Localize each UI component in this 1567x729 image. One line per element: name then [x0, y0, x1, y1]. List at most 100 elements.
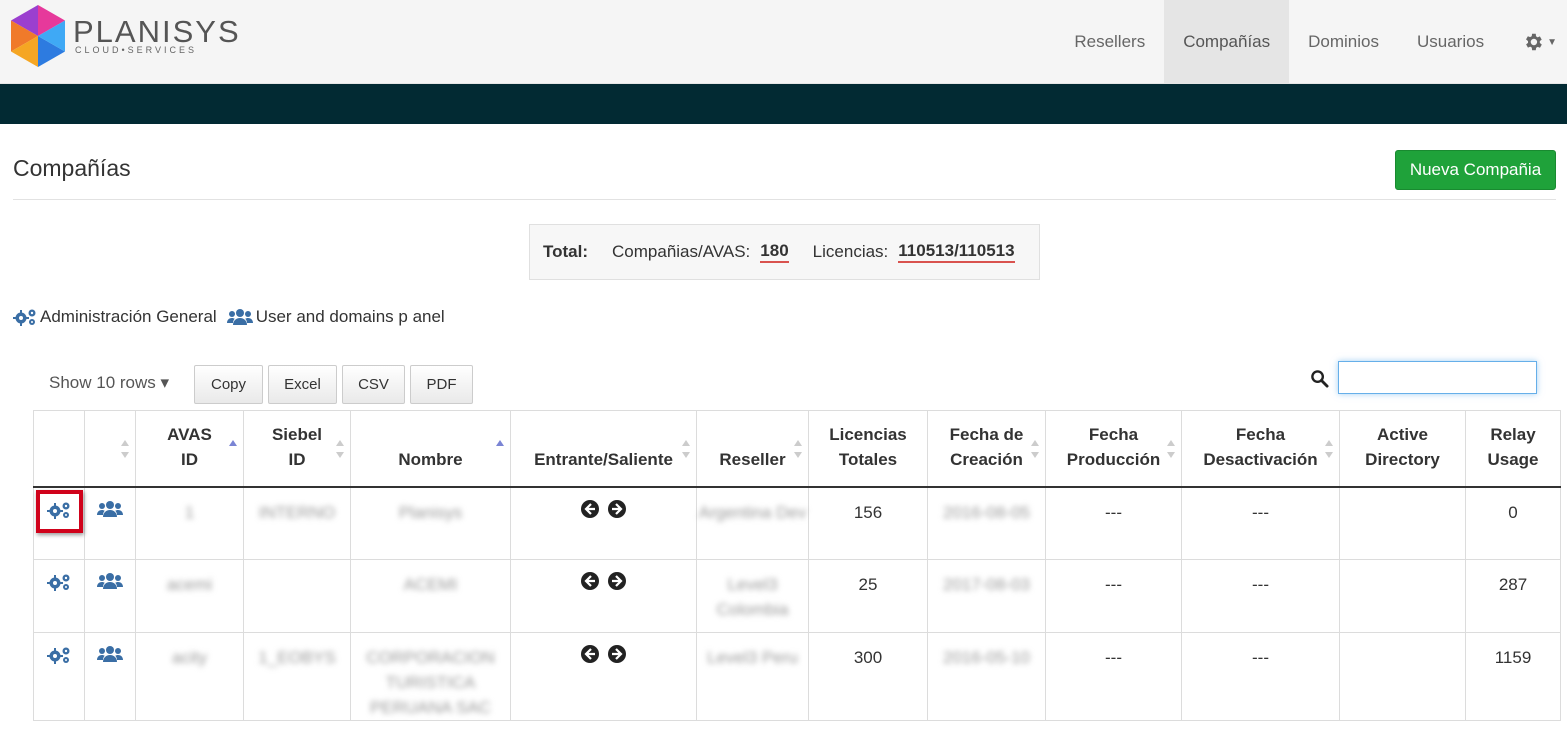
sort-asc-icon — [496, 440, 504, 446]
siebel-id-cell: 1_EOBYS — [243, 632, 351, 721]
header-line1: Licencias — [829, 424, 907, 444]
header-line2: Creación — [950, 449, 1023, 469]
sort-icon — [121, 440, 129, 458]
header-line1: Siebel — [271, 424, 323, 444]
icon-legend: Administración General User and domains … — [13, 307, 455, 327]
header-line2: Producción — [1066, 449, 1161, 469]
arrow-right-circle-icon[interactable] — [607, 645, 626, 663]
table-header-row: AVAS ID Siebel ID Nombre Entrante/Saliente… — [33, 410, 1561, 487]
table-row: 1 INTERNO Planisys Argentina Dev 156 201… — [33, 486, 1561, 560]
table-row: acity 1_EOBYS CORPORACION TURISTICA PERU… — [33, 632, 1561, 721]
admin-cell — [33, 632, 85, 721]
active-directory-cell — [1339, 632, 1466, 721]
siebel-id-cell — [243, 559, 351, 633]
users-icon — [226, 309, 253, 325]
new-company-button[interactable]: Nueva Compañia — [1395, 150, 1556, 190]
show-rows-dropdown[interactable]: Show 10 rows ▾ — [49, 373, 169, 393]
excel-button[interactable]: Excel — [268, 365, 337, 404]
logo-hexagon-icon — [11, 5, 65, 67]
fecha-creacion-cell: 2016-08-05 — [927, 486, 1046, 560]
relay-usage-cell: 287 — [1465, 559, 1561, 633]
col-header-entrante-saliente[interactable]: Entrante/Saliente — [510, 410, 697, 487]
arrow-right-circle-icon[interactable] — [607, 499, 626, 518]
fecha-desactivacion-cell: --- — [1181, 559, 1340, 633]
direction-cell — [510, 486, 697, 560]
col-header-relay-usage[interactable]: Relay Usage — [1465, 410, 1561, 487]
arrow-left-circle-icon[interactable] — [581, 645, 600, 663]
top-navbar: PLANISYS CLOUD•SERVICES Resellers Compañ… — [0, 0, 1567, 84]
cogs-icon[interactable] — [47, 645, 71, 665]
admin-cell — [33, 559, 85, 633]
users-icon[interactable] — [97, 645, 123, 663]
nombre-cell: Planisys — [350, 486, 511, 560]
col-header-fecha-creacion[interactable]: Fecha de Creación — [927, 410, 1046, 487]
cogs-icon[interactable] — [47, 572, 71, 592]
sort-icon — [1325, 440, 1333, 458]
fecha-creacion-cell: 2017-08-03 — [927, 559, 1046, 633]
col-header-reseller[interactable]: Reseller — [696, 410, 809, 487]
nav-dominios[interactable]: Dominios — [1289, 0, 1398, 84]
arrow-right-circle-icon[interactable] — [607, 572, 626, 590]
header-line2: Desactivación — [1203, 449, 1318, 469]
nav-usuarios[interactable]: Usuarios — [1398, 0, 1503, 84]
col-header-admin — [33, 410, 85, 487]
main-nav: Resellers Compañías Dominios Usuarios ▼ — [1055, 0, 1567, 84]
users-icon[interactable] — [97, 572, 123, 590]
header-line1: Relay — [1490, 424, 1536, 444]
direction-cell — [510, 632, 697, 721]
pdf-button[interactable]: PDF — [410, 365, 473, 404]
nav-resellers[interactable]: Resellers — [1055, 0, 1164, 84]
planisys-logo[interactable]: PLANISYS CLOUD•SERVICES — [11, 5, 239, 69]
nombre-cell: ACEMI — [350, 559, 511, 633]
header-band — [0, 84, 1567, 124]
sort-asc-icon — [229, 440, 237, 446]
gear-icon — [1526, 33, 1542, 51]
col-header-nombre[interactable]: Nombre — [350, 410, 511, 487]
legend-admin-label: Administración General — [40, 307, 217, 326]
legend-users-label: User and domains p anel — [255, 307, 445, 326]
companies-label: Compañias/AVAS: — [612, 242, 751, 261]
licencias-cell: 25 — [808, 559, 928, 633]
chevron-down-icon: ▼ — [1547, 36, 1557, 48]
relay-usage-cell: 1159 — [1465, 632, 1561, 721]
header-line1: AVAS — [167, 424, 212, 444]
avas-id-cell: acemi — [135, 559, 244, 633]
siebel-id-cell: INTERNO — [243, 486, 351, 560]
col-header-fecha-desactivacion[interactable]: Fecha Desactivación — [1181, 410, 1340, 487]
col-header-fecha-produccion[interactable]: Fecha Producción — [1045, 410, 1182, 487]
header-line2: Nombre — [398, 449, 463, 469]
header-line2: Usage — [1487, 449, 1539, 469]
settings-menu[interactable]: ▼ — [1503, 0, 1567, 84]
sort-icon — [336, 440, 344, 458]
col-header-active-directory[interactable]: Active Directory — [1339, 410, 1466, 487]
legend-admin: Administración General — [13, 307, 217, 327]
logo-subtext: CLOUD•SERVICES — [75, 45, 198, 55]
sort-icon — [682, 440, 690, 458]
page-title: Compañías — [13, 155, 131, 181]
totals-panel: Total: Compañias/AVAS: 180 Licencias: 11… — [529, 224, 1040, 280]
col-header-siebel-id[interactable]: Siebel ID — [243, 410, 351, 487]
direction-cell — [510, 559, 697, 633]
fecha-produccion-cell: --- — [1045, 486, 1182, 560]
header-line2: Entrante/Saliente — [534, 449, 673, 469]
nombre-cell: CORPORACION TURISTICA PERUANA SAC — [350, 632, 511, 721]
col-header-avas-id[interactable]: AVAS ID — [135, 410, 244, 487]
arrow-left-circle-icon[interactable] — [581, 499, 600, 518]
header-line1: Fecha de — [949, 424, 1024, 444]
arrow-left-circle-icon[interactable] — [581, 572, 600, 590]
table-row: acemi ACEMI Level3 Colombia 25 2017-08-0… — [33, 559, 1561, 633]
copy-button[interactable]: Copy — [194, 365, 263, 404]
col-header-users[interactable] — [84, 410, 136, 487]
header-line2: ID — [288, 449, 306, 469]
col-header-licencias[interactable]: Licencias Totales — [808, 410, 928, 487]
relay-usage-cell: 0 — [1465, 486, 1561, 560]
divider — [13, 199, 1556, 200]
header-line2: Directory — [1365, 449, 1440, 469]
cogs-icon — [13, 309, 36, 326]
nav-companias[interactable]: Compañías — [1164, 0, 1290, 84]
users-cell — [84, 632, 136, 721]
users-icon[interactable] — [97, 500, 123, 518]
header-line1: Active — [1376, 424, 1429, 444]
csv-button[interactable]: CSV — [342, 365, 405, 404]
search-input[interactable] — [1338, 361, 1537, 394]
